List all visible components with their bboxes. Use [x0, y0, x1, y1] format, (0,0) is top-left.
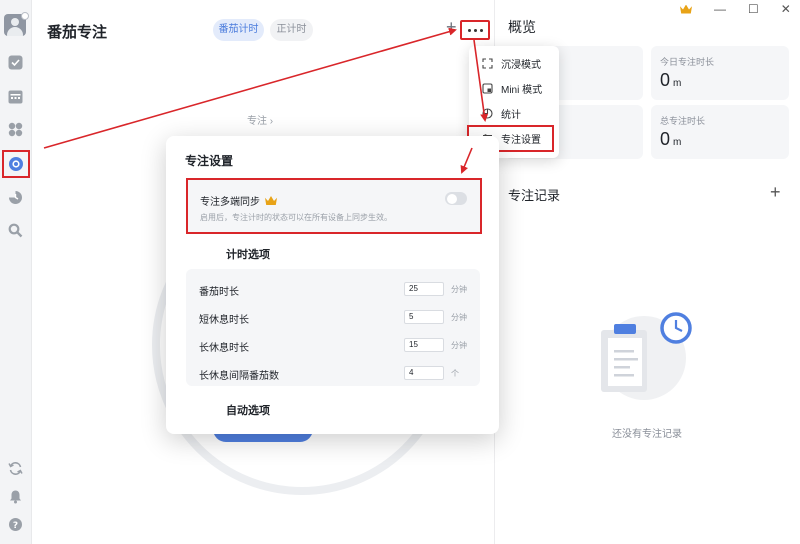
- calendar-icon[interactable]: [4, 85, 26, 107]
- dialog-title: 专注设置: [185, 154, 234, 168]
- tab-pomodoro[interactable]: 番茄计时: [213, 19, 264, 41]
- card-label: 今日专注时长: [660, 57, 715, 67]
- focus-settings-dialog: 专注设置 专注多端同步 启用后，专注计时的状态可以在所有设备上同步生效。 计时选…: [166, 136, 499, 434]
- menu-item-stats[interactable]: 统计: [469, 102, 559, 124]
- menu-item-label: 专注设置: [501, 135, 541, 146]
- timer-section-title: 计时选项: [226, 249, 270, 261]
- row-unit: 分钟: [451, 285, 467, 294]
- short-break-row: 短休息时长 5 分钟: [186, 303, 480, 331]
- window-controls: — ☐ ✕: [680, 2, 791, 16]
- row-label: 长休息时长: [199, 343, 249, 354]
- left-rail: ?: [0, 0, 32, 544]
- crown-icon[interactable]: [680, 4, 692, 14]
- more-options-button[interactable]: [460, 20, 490, 40]
- menu-item-label: Mini 模式: [501, 84, 543, 96]
- row-label: 番茄时长: [199, 287, 239, 298]
- add-record-button[interactable]: +: [770, 182, 781, 203]
- timer-options-panel: 番茄时长 25 分钟 短休息时长 5 分钟 长休息时长 15 分钟 长休息间隔番…: [186, 269, 480, 386]
- menu-item-mini[interactable]: Mini 模式: [469, 77, 559, 99]
- short-break-input[interactable]: 5: [404, 310, 444, 324]
- matrix-icon[interactable]: [4, 118, 26, 140]
- focus-crumb[interactable]: 专注 ›: [247, 112, 273, 127]
- today-focus-card: 今日专注时长 0m: [651, 46, 789, 100]
- long-break-row: 长休息时长 15 分钟: [186, 331, 480, 359]
- search-icon[interactable]: [4, 219, 26, 241]
- arrow-to-more-button: [43, 27, 457, 149]
- row-unit: 分钟: [451, 313, 467, 322]
- tab-stopwatch[interactable]: 正计时: [270, 19, 313, 41]
- total-focus-card: 总专注时长 0m: [651, 105, 789, 159]
- sync-title: 专注多端同步: [200, 193, 277, 208]
- long-break-interval-row: 长休息间隔番茄数 4 个: [186, 359, 480, 387]
- avatar-badge-icon: [21, 12, 29, 20]
- records-title: 专注记录: [508, 188, 561, 203]
- long-break-input[interactable]: 15: [404, 338, 444, 352]
- pomodoro-focus-icon[interactable]: [2, 150, 30, 178]
- menu-item-label: 沉浸模式: [501, 59, 541, 71]
- minimize-button[interactable]: —: [714, 2, 726, 16]
- close-button[interactable]: ✕: [781, 2, 791, 16]
- bell-icon[interactable]: [4, 485, 26, 507]
- card-value: 0m: [660, 70, 682, 90]
- card-label: 总专注时长: [660, 116, 706, 126]
- task-check-icon[interactable]: [4, 51, 26, 73]
- sync-toggle[interactable]: [445, 192, 467, 205]
- overview-title: 概览: [508, 19, 536, 35]
- empty-records-text: 还没有专注记录: [612, 429, 682, 440]
- page-title: 番茄专注: [47, 24, 108, 41]
- pie-chart-icon: [481, 107, 493, 119]
- row-label: 短休息时长: [199, 315, 249, 326]
- auto-section-title: 自动选项: [226, 405, 270, 417]
- maximize-button[interactable]: ☐: [748, 2, 759, 16]
- add-icon[interactable]: +: [446, 17, 457, 37]
- multi-device-sync-option: 专注多端同步 启用后，专注计时的状态可以在所有设备上同步生效。: [186, 178, 482, 234]
- crown-icon: [265, 196, 277, 205]
- sync-description: 启用后，专注计时的状态可以在所有设备上同步生效。: [200, 213, 392, 222]
- menu-item-label: 统计: [501, 109, 521, 121]
- menu-item-immersive[interactable]: 沉浸模式: [469, 52, 559, 74]
- pomodoro-duration-input[interactable]: 25: [404, 282, 444, 296]
- row-unit: 个: [451, 369, 459, 378]
- row-unit: 分钟: [451, 341, 467, 350]
- fullscreen-icon: [481, 57, 493, 69]
- card-value: 0m: [660, 129, 682, 149]
- row-label: 长休息间隔番茄数: [199, 371, 279, 382]
- mini-window-icon: [481, 82, 493, 94]
- help-icon[interactable]: ?: [4, 513, 26, 535]
- pomodoro-duration-row: 番茄时长 25 分钟: [186, 275, 480, 303]
- long-break-interval-input[interactable]: 4: [404, 366, 444, 380]
- empty-clipboard-icon: [601, 312, 692, 400]
- sync-icon[interactable]: [4, 457, 26, 479]
- svg-text:?: ?: [12, 521, 17, 531]
- habit-icon[interactable]: [4, 186, 26, 208]
